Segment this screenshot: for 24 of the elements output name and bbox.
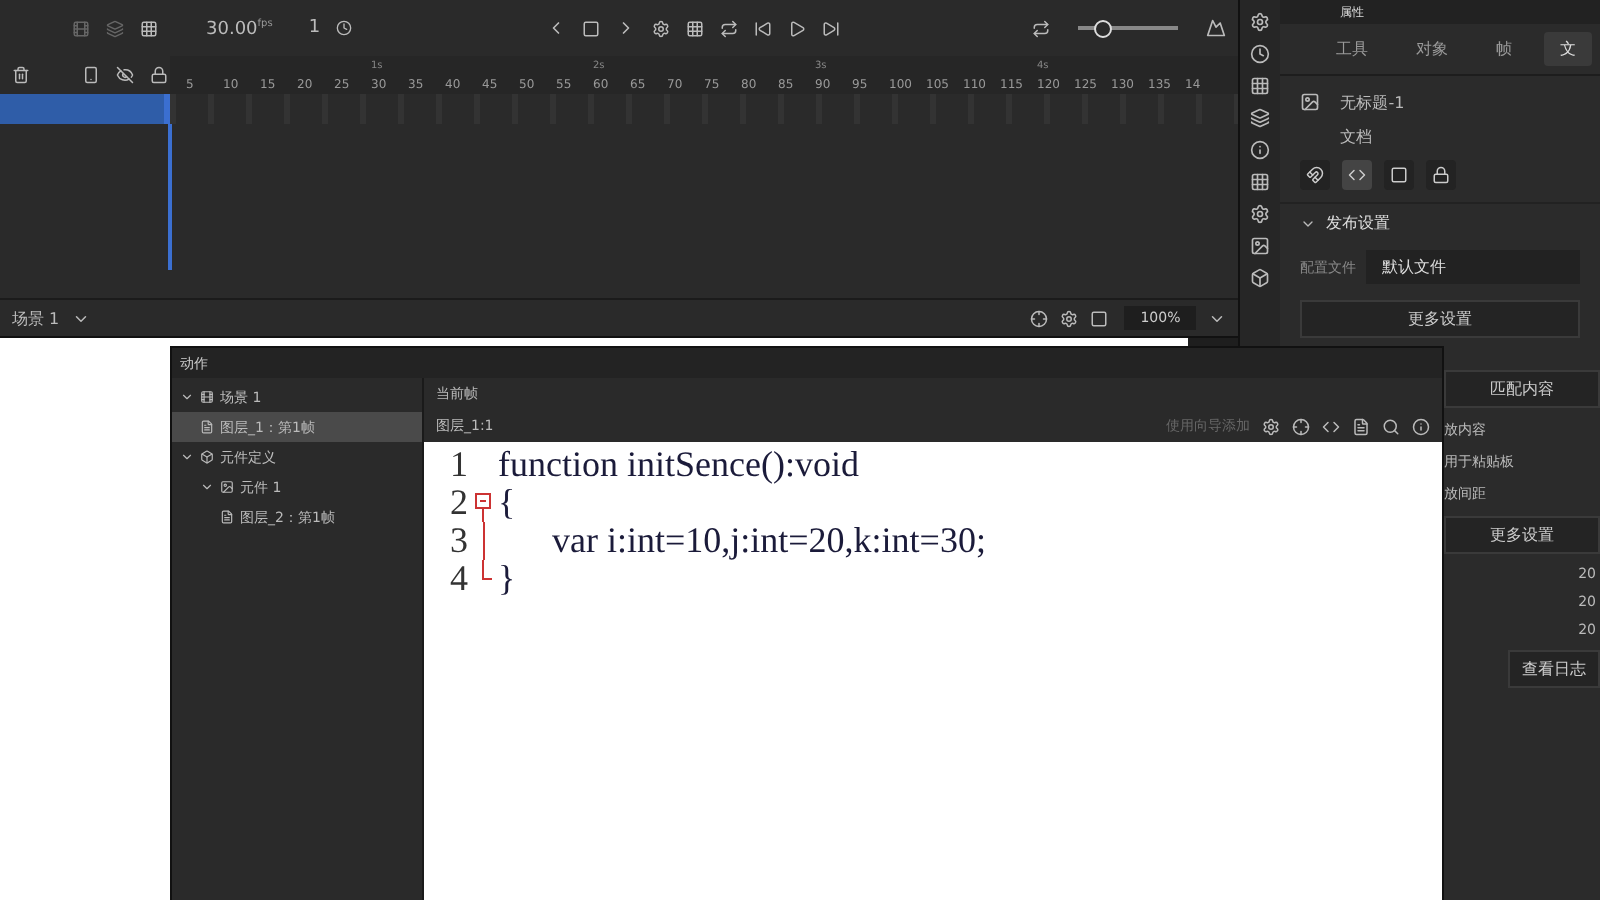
document-name: 无标题-1 bbox=[1340, 92, 1405, 114]
profile-field[interactable]: 默认文件 bbox=[1366, 250, 1580, 284]
code-line: { bbox=[498, 482, 516, 524]
properties-tab[interactable]: 帧 bbox=[1480, 32, 1529, 66]
code-line: var i:int=10,j:int=20,k:int=30; bbox=[550, 520, 986, 562]
section-title[interactable]: 发布设置 bbox=[1326, 212, 1391, 234]
line-number: 4 bbox=[448, 558, 468, 600]
more-settings-button[interactable]: 更多设置 bbox=[1300, 300, 1580, 338]
view-log-button[interactable]: 查看日志 bbox=[1507, 650, 1600, 688]
line-number: 1 bbox=[448, 444, 468, 486]
properties-tab[interactable]: 文 bbox=[1544, 32, 1593, 66]
document-type: 文档 bbox=[1340, 126, 1375, 148]
code-line: } bbox=[498, 558, 516, 600]
frame-value[interactable]: 1 bbox=[308, 18, 321, 38]
more-settings-button[interactable]: 更多设置 bbox=[1444, 516, 1600, 554]
line-number: 2 bbox=[448, 482, 468, 524]
properties-tab[interactable]: 对象 bbox=[1400, 32, 1465, 66]
line-number: 3 bbox=[448, 520, 468, 562]
match-content-button[interactable]: 匹配内容 bbox=[1444, 370, 1600, 408]
code-line: function initSence():void bbox=[498, 444, 859, 486]
fps-value[interactable]: 30.00$^{fps}$ bbox=[206, 17, 273, 39]
code-editor[interactable]: 1 function initSence():void 2 { 3 var i:int=10,j:int=20,k:int=30; 4 } bbox=[424, 442, 1442, 900]
properties-tab[interactable]: 工具 bbox=[1320, 32, 1385, 66]
scene-label[interactable]: 场景 1 bbox=[12, 307, 60, 329]
